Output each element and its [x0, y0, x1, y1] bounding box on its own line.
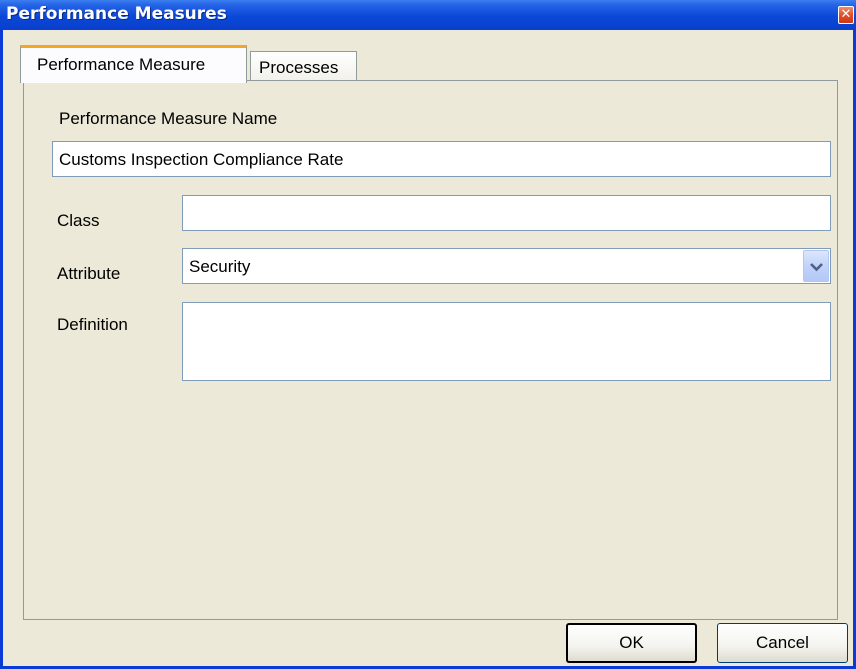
- window-title: Performance Measures: [6, 4, 227, 24]
- attribute-label: Attribute: [57, 264, 121, 283]
- ok-button[interactable]: OK: [566, 623, 697, 663]
- name-field[interactable]: Customs Inspection Compliance Rate: [52, 141, 831, 177]
- attribute-selected-value: Security: [189, 257, 251, 276]
- title-bar[interactable]: Performance Measures ✕: [0, 0, 856, 30]
- attribute-select[interactable]: Security: [182, 248, 831, 284]
- definition-field[interactable]: [182, 302, 831, 381]
- name-label: Performance Measure Name: [59, 109, 278, 128]
- tab-panel: Performance Measure Name Customs Inspect…: [23, 80, 838, 620]
- tab-performance-measure[interactable]: Performance Measure: [20, 45, 247, 83]
- class-field[interactable]: [182, 195, 831, 231]
- chevron-down-icon[interactable]: [803, 250, 829, 282]
- close-icon[interactable]: ✕: [838, 6, 854, 24]
- cancel-button[interactable]: Cancel: [717, 623, 848, 663]
- definition-label: Definition: [57, 315, 128, 334]
- tab-label: Performance Measure: [37, 55, 206, 74]
- dialog-window: Performance Measures ✕ Performance Measu…: [0, 0, 856, 669]
- class-label: Class: [57, 211, 100, 230]
- tab-label: Processes: [259, 58, 339, 77]
